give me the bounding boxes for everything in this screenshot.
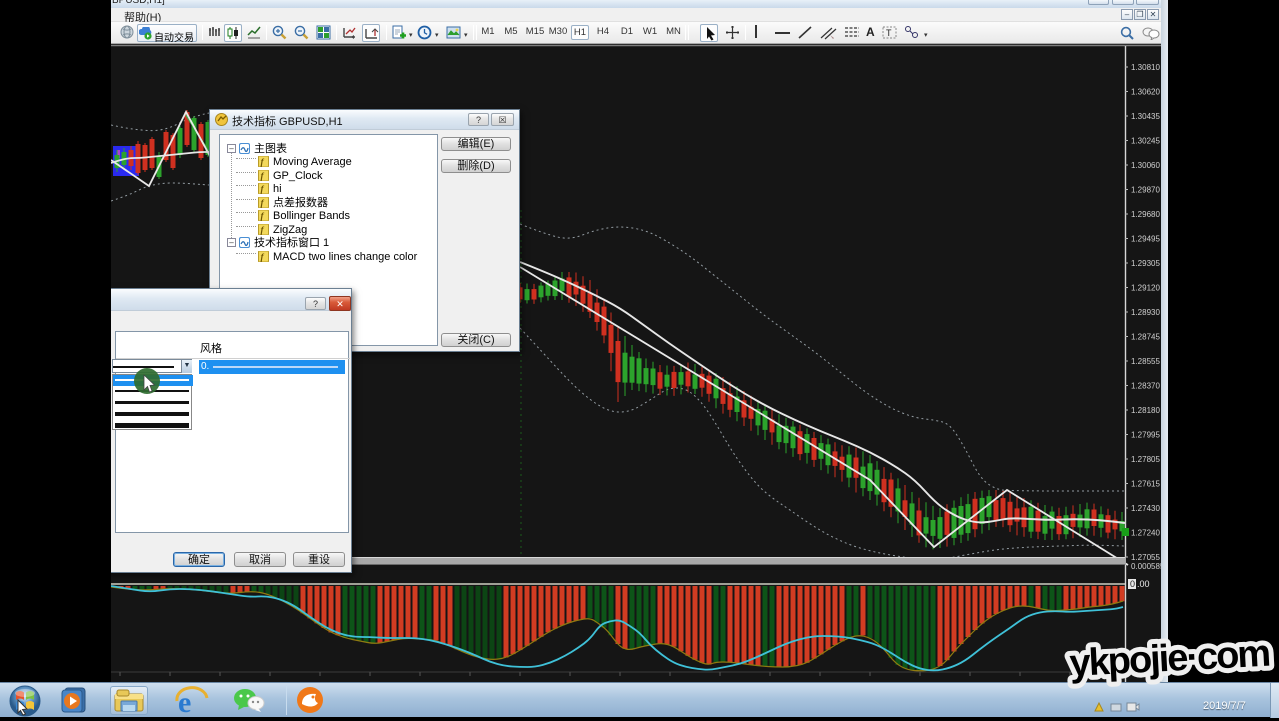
svg-text:1.29305: 1.29305 <box>1131 259 1160 268</box>
svg-text:1.28745: 1.28745 <box>1131 333 1160 342</box>
svg-text:1.28180: 1.28180 <box>1131 406 1160 415</box>
svg-text:1.27430: 1.27430 <box>1131 504 1160 513</box>
svg-text:1.28370: 1.28370 <box>1131 382 1160 391</box>
svg-text:1.28930: 1.28930 <box>1131 308 1160 317</box>
svg-text:1.27995: 1.27995 <box>1131 431 1160 440</box>
svg-text:1.29495: 1.29495 <box>1131 235 1160 244</box>
svg-text:1.30060: 1.30060 <box>1131 161 1160 170</box>
svg-text:1.30620: 1.30620 <box>1131 88 1160 97</box>
svg-text:1.28555: 1.28555 <box>1131 357 1160 366</box>
svg-text:1.27240: 1.27240 <box>1131 529 1160 538</box>
svg-text:ykpojie·com: ykpojie·com <box>1068 633 1270 685</box>
svg-text:1.27805: 1.27805 <box>1131 455 1160 464</box>
svg-text:T: T <box>886 28 892 38</box>
svg-text:1.27615: 1.27615 <box>1131 480 1160 489</box>
svg-text:1.30435: 1.30435 <box>1131 112 1160 121</box>
svg-text:1.29680: 1.29680 <box>1131 210 1160 219</box>
svg-text:1.29870: 1.29870 <box>1131 186 1160 195</box>
svg-text:1.27055: 1.27055 <box>1131 553 1160 562</box>
svg-text:1.30245: 1.30245 <box>1131 137 1160 146</box>
svg-text:0.000585: 0.000585 <box>1131 562 1165 571</box>
svg-text:1.30810: 1.30810 <box>1131 63 1160 72</box>
svg-text:.00: .00 <box>1137 579 1150 589</box>
svg-text:1.29120: 1.29120 <box>1131 284 1160 293</box>
svg-text:0: 0 <box>1130 579 1135 589</box>
